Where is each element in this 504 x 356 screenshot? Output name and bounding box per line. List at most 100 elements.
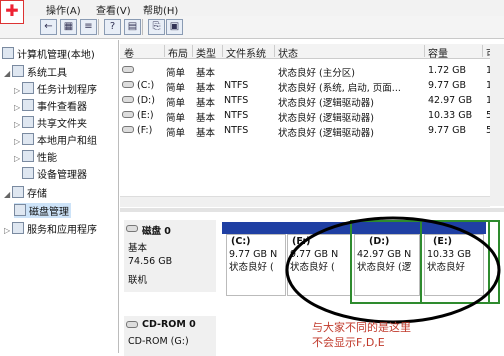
partition-f[interactable]: (F:) 9.77 GB N 状态良好 ( [287,234,352,296]
col-capacity[interactable]: 容量 [424,45,483,60]
collapsed-icon: ▷ [14,120,21,129]
volume-row[interactable]: (C:) 简单 基本 NTFS 状态良好 (系统, 启动, 页面... 9.77… [120,79,504,94]
tree-root[interactable]: 计算机管理(本地) [2,46,95,61]
col-volume[interactable]: 卷 [120,45,165,60]
tree-task-scheduler[interactable]: ▷ 任务计划程序 [14,81,97,96]
volume-type: 基本 [196,128,216,139]
folder-icon [22,116,34,128]
highlight-box-edge [486,220,500,304]
volume-status: 状态良好 (逻辑驱动器) [278,128,374,139]
help-icon[interactable]: ? [104,19,121,35]
volume-capacity: 9.77 GB [428,80,467,91]
volume-row[interactable]: (F:) 简单 基本 NTFS 状态良好 (逻辑驱动器) 9.77 GB 5. [120,124,504,139]
device-icon [22,167,34,179]
drive-icon [122,95,134,106]
volume-status: 状态良好 (系统, 启动, 页面... [278,83,401,94]
performance-icon [22,150,34,162]
volume-fs: NTFS [224,125,249,136]
vertical-scrollbar[interactable] [490,44,504,206]
col-status[interactable]: 状态 [274,45,425,60]
disk-icon [126,224,138,235]
volume-capacity: 1.72 GB [428,65,467,76]
tree-system-tools[interactable]: ◢ 系统工具 [4,64,67,79]
volume-status: 状态良好 (主分区) [278,68,355,79]
tree-services-apps[interactable]: ▷ 服务和应用程序 [4,221,97,236]
col-layout[interactable]: 布局 [164,45,193,60]
toolbar-separator [98,19,99,35]
volume-capacity: 10.33 GB [428,110,473,121]
disk-kind: 基本 [128,243,148,254]
volume-row[interactable]: (E:) 简单 基本 NTFS 状态良好 (逻辑驱动器) 10.33 GB 58 [120,109,504,124]
properties-icon[interactable]: ⎘ [148,19,165,35]
clock-icon [22,82,34,94]
partition-size: 9.77 GB N [290,249,339,260]
volume-fs: NTFS [224,95,249,106]
volume-name: (F:) [137,125,153,136]
disk-size: 74.56 GB [128,256,173,267]
disk-state: 联机 [128,275,148,286]
volume-type: 基本 [196,98,216,109]
list-icon[interactable]: ≡ [80,19,97,35]
cdrom-name: CD-ROM 0 [142,319,196,330]
disk-management-icon [14,204,26,216]
volume-layout: 简单 [166,83,186,94]
menu-bar: 操作(A) 查看(V) 帮助(H) [0,0,504,17]
volume-type: 基本 [196,83,216,94]
volume-fs: NTFS [224,110,249,121]
volume-capacity: 42.97 GB [428,95,473,106]
disk-name: 磁盘 0 [142,226,171,237]
partition-status: 状态良好 ( [229,262,274,273]
collapsed-icon: ▷ [14,154,21,163]
collapsed-icon: ▷ [14,103,21,112]
partition-letter: (F:) [292,236,311,247]
collapsed-icon: ▷ [14,86,21,95]
toolbar: ← ▦ ≡ ? ▤ ⎘ ▣ [0,16,504,39]
collapsed-icon: ▷ [14,137,21,146]
disk-0-label[interactable]: 磁盘 0 基本 74.56 GB 联机 [124,220,216,292]
volume-row[interactable]: (D:) 简单 基本 NTFS 状态良好 (逻辑驱动器) 42.97 GB 18 [120,94,504,109]
refresh-icon[interactable]: ▣ [166,19,183,35]
volume-name: (E:) [137,110,154,121]
tree-shared-folders[interactable]: ▷ 共享文件夹 [14,115,87,130]
annotation-line-1: 与大家不同的是这里 [312,321,411,334]
partition-c[interactable]: (C:) 9.77 GB N 状态良好 ( [226,234,286,296]
details-icon[interactable]: ▤ [124,19,141,35]
tree-device-manager[interactable]: 设备管理器 [22,166,87,181]
volume-layout: 简单 [166,128,186,139]
volume-column-header: 卷 布局 类型 文件系统 状态 容量 可 [120,44,504,60]
cdrom-0-label[interactable]: CD-ROM 0 CD-ROM (G:) [124,316,216,356]
volume-layout: 简单 [166,113,186,124]
annotation-line-2: 不会显示F,D,E [312,336,385,349]
tree-storage[interactable]: ◢ 存储 [4,185,47,200]
tree-event-viewer[interactable]: ▷ 事件查看器 [14,98,87,113]
partition-letter: (C:) [231,236,251,247]
volume-row[interactable]: 简单 基本 状态良好 (主分区) 1.72 GB 1. [120,64,504,79]
console-tree-icon[interactable]: ▦ [60,19,77,35]
volume-fs: NTFS [224,80,249,91]
volume-status: 状态良好 (逻辑驱动器) [278,98,374,109]
volume-name: (D:) [137,95,155,106]
tree-local-users[interactable]: ▷ 本地用户和组 [14,132,97,147]
toolbar-separator-2 [142,19,143,35]
back-arrow-icon[interactable]: ← [40,19,57,35]
services-icon [12,222,24,234]
tree-performance[interactable]: ▷ 性能 [14,149,57,164]
col-type[interactable]: 类型 [192,45,223,60]
collapsed-icon: ▷ [4,226,11,235]
storage-icon [12,186,24,198]
highlight-divider [420,220,422,304]
col-filesystem[interactable]: 文件系统 [222,45,275,60]
menu-help[interactable]: 帮助(H) [143,2,178,17]
partition-status: 状态良好 ( [290,262,335,273]
menu-action[interactable]: 操作(A) [46,2,81,17]
cdrom-icon [126,320,138,331]
drive-icon [122,65,134,76]
partition-size: 9.77 GB N [229,249,278,260]
computer-icon [2,47,14,59]
tools-icon [12,65,24,77]
expand-icon: ◢ [4,190,11,199]
horizontal-scrollbar[interactable] [120,196,490,207]
menu-view[interactable]: 查看(V) [96,2,131,17]
volume-layout: 简单 [166,98,186,109]
tree-disk-management[interactable]: 磁盘管理 [14,203,71,218]
